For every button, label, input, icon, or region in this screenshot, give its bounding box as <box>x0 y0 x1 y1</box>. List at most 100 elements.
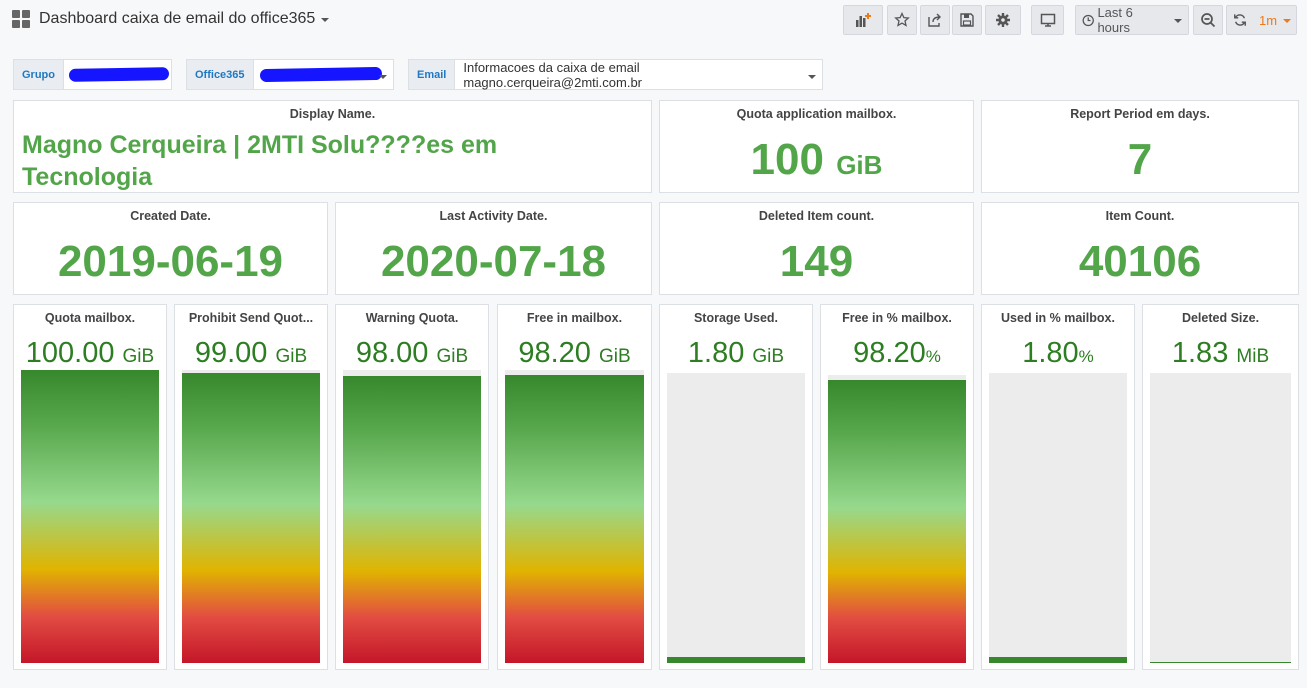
time-range-label: Last 6 hours <box>1097 5 1133 35</box>
gauge-bar-fill <box>21 370 159 663</box>
panel-deleted-count: Deleted Item count. 149 <box>659 202 974 295</box>
gauge-unit: % <box>1078 347 1094 366</box>
panel-title: Display Name. <box>289 107 376 121</box>
chevron-down-icon <box>1283 19 1292 23</box>
gauge-panel: Used in % mailbox. 1.80% <box>981 304 1135 670</box>
tv-mode-icon <box>1040 13 1055 27</box>
share-icon <box>928 13 941 27</box>
gauge-value: 98.00 GiB <box>336 337 488 370</box>
gauge-number: 98.00 <box>355 337 429 369</box>
panel-title: Last Activity Date. <box>439 209 548 223</box>
gauge-bar-fill <box>505 375 644 663</box>
clock-icon <box>1082 14 1094 26</box>
panel-title: Free in % mailbox. <box>842 311 952 325</box>
gauge-number: 1.80 <box>1022 337 1079 369</box>
refresh-picker[interactable]: 1m <box>1226 5 1297 35</box>
share-button[interactable] <box>920 5 950 35</box>
add-panel-icon <box>856 13 871 27</box>
gauge-bar-track <box>343 370 481 663</box>
gauge-bar-track <box>505 370 644 663</box>
gauge-unit: % <box>925 347 941 366</box>
panel-created-date: Created Date. 2019-06-19 <box>13 202 328 295</box>
gauge-bar-fill <box>1150 662 1291 663</box>
variable-office365[interactable]: Office365 <box>186 59 394 90</box>
panel-title: Warning Quota. <box>365 311 459 325</box>
stat-value: Magno Cerqueira | 2MTI Solu????es em Tec… <box>22 131 498 191</box>
refresh-icon <box>1234 14 1246 26</box>
stat-value: 2020-07-18 <box>380 237 607 286</box>
gauge-bar-track <box>989 373 1127 663</box>
panel-title: Storage Used. <box>693 311 779 325</box>
panel-title: Created Date. <box>130 209 211 223</box>
gauge-bar-fill <box>667 657 805 663</box>
gauge-value: 1.80 GiB <box>660 337 812 370</box>
redaction-mark <box>68 67 170 82</box>
settings-gear-icon <box>996 13 1010 27</box>
tv-mode-button[interactable] <box>1031 5 1064 35</box>
panel-title: Quota mailbox. <box>44 311 136 325</box>
gauge-unit: GiB <box>598 346 631 367</box>
variable-grupo[interactable]: Grupo <box>13 59 172 90</box>
panel-title: Free in mailbox. <box>526 311 623 325</box>
variable-value: Informacoes da caixa de email magno.cerq… <box>455 59 822 90</box>
gauge-unit: GiB <box>436 346 469 367</box>
chevron-down-icon <box>808 75 816 79</box>
gauge-bar-track <box>667 373 805 663</box>
gauge-number: 1.83 <box>1171 337 1229 369</box>
zoom-out-button[interactable] <box>1193 5 1223 35</box>
gauge-unit: GiB <box>122 346 155 367</box>
settings-button[interactable] <box>985 5 1021 35</box>
zoom-out-icon <box>1201 13 1216 28</box>
variable-value-redacted <box>254 60 393 89</box>
gauge-panel: Quota mailbox. 100.00 GiB <box>13 304 167 670</box>
panel-last-activity: Last Activity Date. 2020-07-18 <box>335 202 652 295</box>
gauge-bar-track <box>182 370 320 663</box>
variable-email[interactable]: Email Informacoes da caixa de email magn… <box>408 59 823 90</box>
gauge-unit: MiB <box>1236 346 1270 367</box>
star-icon <box>894 12 910 27</box>
gauge-number: 100.00 <box>25 337 115 369</box>
stat-number: 100 <box>750 135 824 184</box>
chevron-down-icon <box>379 75 387 79</box>
panel-title: Deleted Item count. <box>758 209 875 223</box>
star-button[interactable] <box>887 5 917 35</box>
email-value: Informacoes da caixa de email magno.cerq… <box>463 59 643 90</box>
panel-quota-application: Quota application mailbox. 100 GiB <box>659 100 974 193</box>
panel-report-period: Report Period em days. 7 <box>981 100 1299 193</box>
panel-title: Report Period em days. <box>1070 107 1210 121</box>
gauge-bar-fill <box>989 657 1127 663</box>
panel-display-name: Display Name. Magno Cerqueira | 2MTI Sol… <box>13 100 652 193</box>
gauge-panel: Deleted Size. 1.83 MiB <box>1142 304 1299 670</box>
refresh-interval: 1m <box>1259 12 1278 28</box>
gauge-bar-track <box>1150 373 1291 663</box>
gauge-bar-fill <box>828 380 966 663</box>
stat-value: 149 <box>779 237 854 286</box>
panel-title: Quota application mailbox. <box>736 107 897 121</box>
gauge-bar-fill <box>343 375 481 663</box>
gauge-value: 100.00 GiB <box>14 337 166 370</box>
gauge-unit: GiB <box>275 346 308 367</box>
stat-unit: GiB <box>836 150 883 180</box>
top-navbar: Dashboard caixa de email do office365 La… <box>0 0 1307 44</box>
gauge-value: 98.20% <box>821 337 973 370</box>
gauge-panel: Free in % mailbox. 98.20% <box>820 304 974 670</box>
dashboard-title: Dashboard caixa de email do office365 <box>39 10 316 27</box>
save-button[interactable] <box>952 5 982 35</box>
dashboard-grid-icon <box>12 10 30 28</box>
variable-label: Grupo <box>14 60 64 89</box>
gauge-value: 1.83 MiB <box>1143 337 1298 370</box>
save-icon <box>960 13 974 27</box>
panel-title: Prohibit Send Quot... <box>188 311 314 325</box>
gauge-number: 98.20 <box>853 337 926 369</box>
time-range-picker[interactable]: Last 6 hours <box>1075 5 1189 35</box>
gauge-bar-track <box>828 375 966 663</box>
add-panel-button[interactable] <box>843 5 883 35</box>
redaction-mark <box>259 66 382 83</box>
stat-value: 40106 <box>1078 237 1202 286</box>
gauge-value: 99.00 GiB <box>175 337 327 370</box>
variable-label: Email <box>409 60 456 89</box>
gauge-number: 1.80 <box>687 337 745 369</box>
dashboard-picker[interactable]: Dashboard caixa de email do office365 <box>12 10 330 28</box>
chevron-down-icon <box>321 18 330 22</box>
gauge-unit: GiB <box>752 346 785 367</box>
